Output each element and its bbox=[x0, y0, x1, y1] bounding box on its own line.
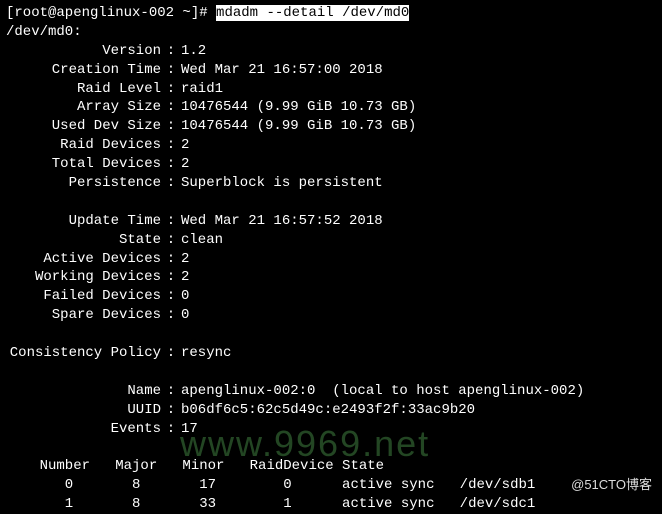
field-failed-devices: Failed Devices:0 bbox=[6, 287, 656, 306]
blank-line bbox=[6, 325, 656, 344]
blank-line bbox=[6, 193, 656, 212]
prompt-userhost: [root@apenglinux-002 ~]# bbox=[6, 5, 216, 21]
label-persistence: Persistence bbox=[6, 174, 161, 193]
field-persistence: Persistence:Superblock is persistent bbox=[6, 174, 656, 193]
blank-line bbox=[6, 363, 656, 382]
value-state: clean bbox=[181, 232, 223, 248]
value-raid-level: raid1 bbox=[181, 81, 223, 97]
field-total-devices: Total Devices:2 bbox=[6, 155, 656, 174]
value-consistency-policy: resync bbox=[181, 345, 231, 361]
attribution-text: @51CTO博客 bbox=[571, 476, 652, 494]
label-working-devices: Working Devices bbox=[6, 268, 161, 287]
value-creation-time: Wed Mar 21 16:57:00 2018 bbox=[181, 62, 383, 78]
label-version: Version bbox=[6, 42, 161, 61]
field-name: Name:apenglinux-002:0 (local to host ape… bbox=[6, 382, 656, 401]
field-state: State:clean bbox=[6, 231, 656, 250]
value-events: 17 bbox=[181, 421, 198, 437]
label-raid-level: Raid Level bbox=[6, 80, 161, 99]
shell-prompt[interactable]: [root@apenglinux-002 ~]# mdadm --detail … bbox=[6, 4, 656, 23]
value-used-dev-size: 10476544 (9.99 GiB 10.73 GB) bbox=[181, 118, 416, 134]
field-raid-level: Raid Level:raid1 bbox=[6, 80, 656, 99]
value-update-time: Wed Mar 21 16:57:52 2018 bbox=[181, 213, 383, 229]
label-spare-devices: Spare Devices bbox=[6, 306, 161, 325]
value-version: 1.2 bbox=[181, 43, 206, 59]
field-used-dev-size: Used Dev Size:10476544 (9.99 GiB 10.73 G… bbox=[6, 117, 656, 136]
label-creation-time: Creation Time bbox=[6, 61, 161, 80]
field-spare-devices: Spare Devices:0 bbox=[6, 306, 656, 325]
label-total-devices: Total Devices bbox=[6, 155, 161, 174]
value-failed-devices: 0 bbox=[181, 288, 189, 304]
value-active-devices: 2 bbox=[181, 251, 189, 267]
field-update-time: Update Time:Wed Mar 21 16:57:52 2018 bbox=[6, 212, 656, 231]
label-update-time: Update Time bbox=[6, 212, 161, 231]
value-uuid: b06df6c5:62c5d49c:e2493f2f:33ac9b20 bbox=[181, 402, 475, 418]
label-raid-devices: Raid Devices bbox=[6, 136, 161, 155]
field-creation-time: Creation Time:Wed Mar 21 16:57:00 2018 bbox=[6, 61, 656, 80]
field-events: Events:17 bbox=[6, 420, 656, 439]
label-uuid: UUID bbox=[6, 401, 161, 420]
label-name: Name bbox=[6, 382, 161, 401]
label-events: Events bbox=[6, 420, 161, 439]
table-row: 0 8 17 0 active sync /dev/sdb1 bbox=[6, 476, 656, 495]
field-version: Version:1.2 bbox=[6, 42, 656, 61]
table-row: 1 8 33 1 active sync /dev/sdc1 bbox=[6, 495, 656, 514]
table-header: Number Major Minor RaidDevice State bbox=[6, 457, 656, 476]
label-failed-devices: Failed Devices bbox=[6, 287, 161, 306]
field-consistency-policy: Consistency Policy:resync bbox=[6, 344, 656, 363]
label-array-size: Array Size bbox=[6, 98, 161, 117]
prompt-command: mdadm --detail /dev/md0 bbox=[216, 5, 409, 21]
value-array-size: 10476544 (9.99 GiB 10.73 GB) bbox=[181, 99, 416, 115]
value-name: apenglinux-002:0 (local to host apenglin… bbox=[181, 383, 584, 399]
field-raid-devices: Raid Devices:2 bbox=[6, 136, 656, 155]
field-working-devices: Working Devices:2 bbox=[6, 268, 656, 287]
label-consistency-policy: Consistency Policy bbox=[6, 344, 161, 363]
field-array-size: Array Size:10476544 (9.99 GiB 10.73 GB) bbox=[6, 98, 656, 117]
value-total-devices: 2 bbox=[181, 156, 189, 172]
value-working-devices: 2 bbox=[181, 269, 189, 285]
value-persistence: Superblock is persistent bbox=[181, 175, 383, 191]
label-active-devices: Active Devices bbox=[6, 250, 161, 269]
label-state: State bbox=[6, 231, 161, 250]
value-raid-devices: 2 bbox=[181, 137, 189, 153]
device-path: /dev/md0: bbox=[6, 23, 656, 42]
blank-line bbox=[6, 438, 656, 457]
value-spare-devices: 0 bbox=[181, 307, 189, 323]
field-uuid: UUID:b06df6c5:62c5d49c:e2493f2f:33ac9b20 bbox=[6, 401, 656, 420]
field-active-devices: Active Devices:2 bbox=[6, 250, 656, 269]
label-used-dev-size: Used Dev Size bbox=[6, 117, 161, 136]
